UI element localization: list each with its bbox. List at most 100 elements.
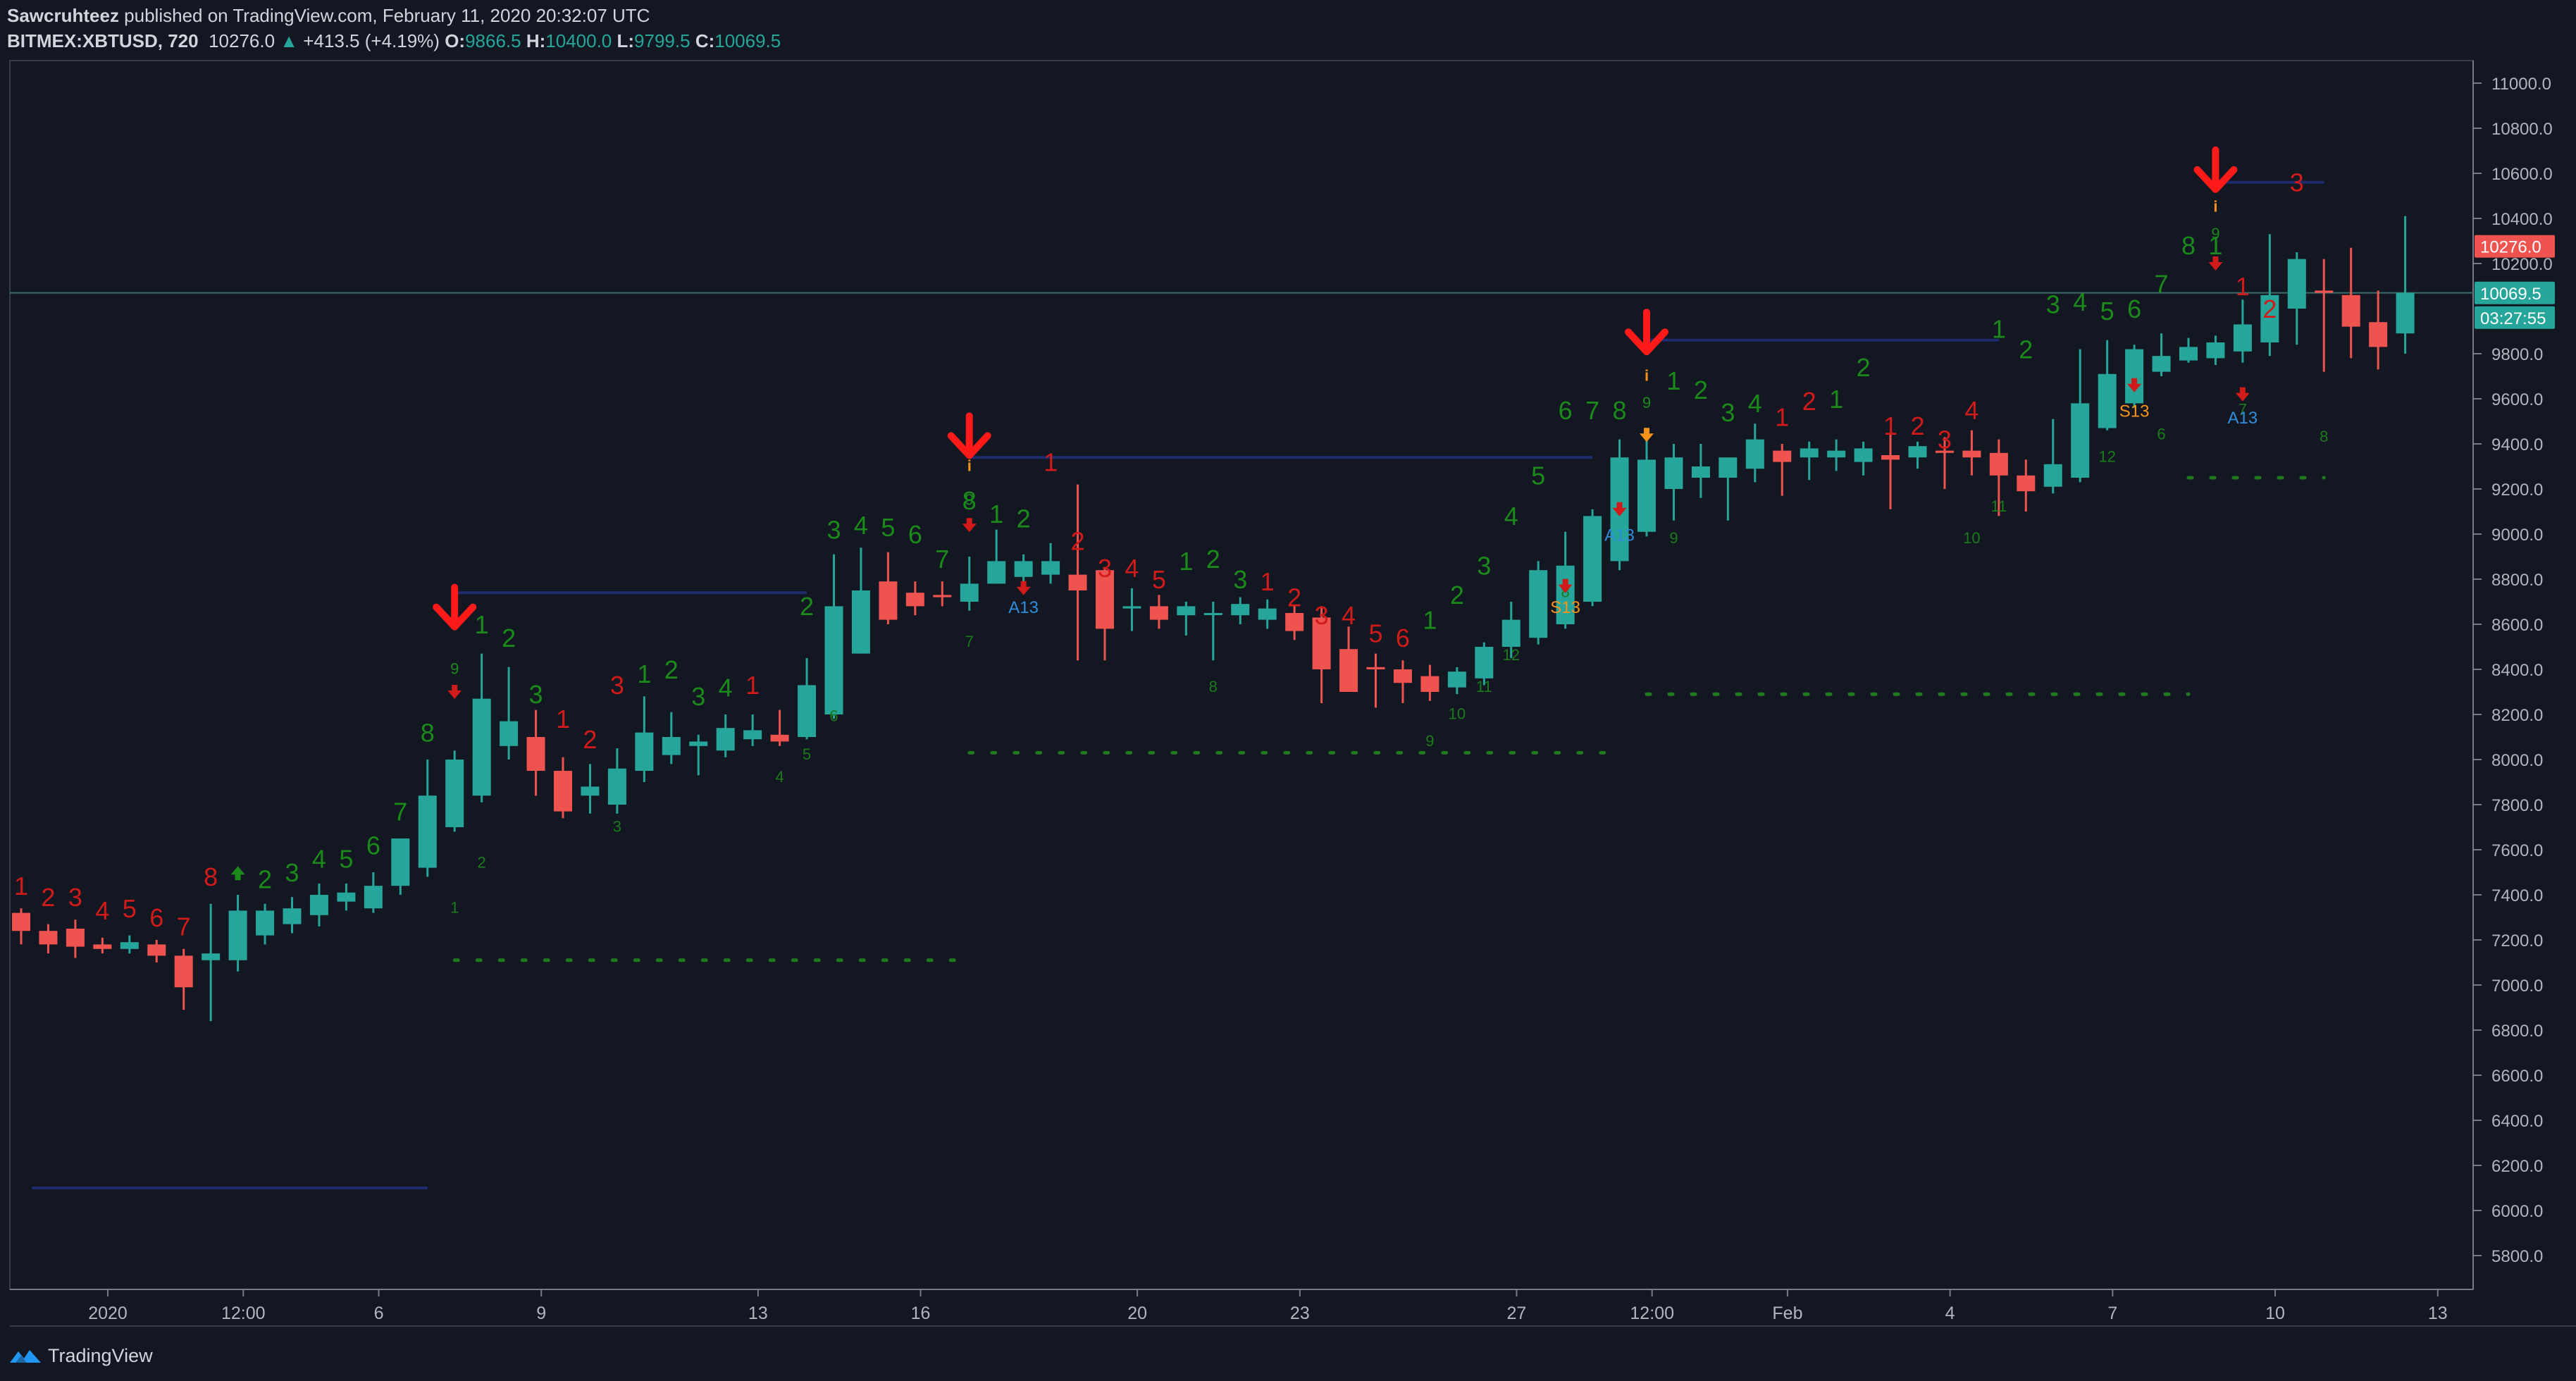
countdown-label: 10 bbox=[1449, 705, 1466, 722]
countdown-label: 4 bbox=[775, 768, 784, 786]
setup-count-label: 4 bbox=[1125, 554, 1139, 583]
candle-body bbox=[93, 944, 112, 949]
signal-arrow-icon bbox=[1016, 581, 1031, 595]
candle-body bbox=[2396, 292, 2415, 334]
countdown-13-label: S13 bbox=[2119, 402, 2150, 421]
setup-count-label: 2 bbox=[2019, 335, 2033, 364]
candle-body bbox=[2287, 259, 2306, 309]
candle-body bbox=[120, 942, 139, 949]
x-tick-label: 12:00 bbox=[221, 1303, 266, 1323]
setup-count-label: 1 bbox=[1775, 402, 1789, 431]
candle-body bbox=[1475, 647, 1494, 679]
setup-count-label: 3 bbox=[2046, 290, 2060, 318]
candle-body bbox=[716, 728, 735, 751]
candle-body bbox=[2206, 342, 2225, 359]
setup-count-label: 5 bbox=[1368, 619, 1382, 648]
candle-body bbox=[500, 721, 519, 746]
candle-body bbox=[1800, 448, 1819, 458]
countdown-label: 6 bbox=[2157, 426, 2165, 443]
info-mark-label: i bbox=[2213, 197, 2217, 215]
setup-nine-label: 9 bbox=[1642, 394, 1651, 411]
setup-count-label: 2 bbox=[1287, 583, 1301, 612]
candle-body bbox=[1719, 457, 1738, 478]
setup-count-label: 1 bbox=[14, 872, 28, 900]
x-tick-label: 6 bbox=[374, 1303, 384, 1323]
y-tick-label: 7600.0 bbox=[2491, 841, 2543, 860]
candle-body bbox=[2098, 373, 2117, 428]
candle-body bbox=[147, 944, 166, 956]
signal-arrow-icon bbox=[230, 866, 245, 881]
candle-body bbox=[2125, 349, 2144, 404]
setup-count-label: 1 bbox=[1179, 547, 1193, 576]
countdown-label: 10 bbox=[1963, 529, 1980, 547]
setup-count-label: 2 bbox=[583, 725, 597, 754]
countdown-13-label: A13 bbox=[1604, 526, 1635, 545]
x-tick-label: 9 bbox=[536, 1303, 546, 1323]
setup-count-label: 3 bbox=[285, 858, 299, 887]
candle-body bbox=[689, 741, 708, 746]
price-tag-label: 10276.0 bbox=[2480, 238, 2541, 257]
setup-count-label: 2 bbox=[41, 883, 55, 912]
setup-count-label: 3 bbox=[2290, 168, 2304, 197]
signal-arrow-icon bbox=[1640, 428, 1654, 442]
x-tick-label: 7 bbox=[2107, 1303, 2117, 1323]
candle-body bbox=[2152, 356, 2171, 372]
signal-arrow-icon bbox=[2235, 387, 2250, 402]
candle-body bbox=[283, 908, 302, 924]
candle-body bbox=[526, 737, 545, 771]
candlestick-chart[interactable]: 11000.0 10800.0 10600.0 10400.0 10200.0 9800.… bbox=[0, 0, 2576, 1381]
footer-brand[interactable]: TradingView bbox=[8, 1342, 153, 1370]
setup-count-label: 8 bbox=[204, 862, 218, 891]
y-tick-label: 9200.0 bbox=[2491, 481, 2543, 500]
countdown-label: 12 bbox=[2098, 448, 2115, 466]
price-tag-label: 03:27:55 bbox=[2480, 309, 2546, 328]
y-tick-label: 9000.0 bbox=[2491, 526, 2543, 545]
candle-body bbox=[1908, 446, 1927, 458]
candle-body bbox=[202, 953, 221, 960]
candle-body bbox=[1420, 676, 1439, 692]
candle-body bbox=[2043, 464, 2062, 487]
y-tick-label: 10200.0 bbox=[2491, 255, 2553, 274]
setup-count-label: 2 bbox=[502, 624, 516, 652]
setup-count-label: 1 bbox=[1423, 605, 1437, 634]
candle-body bbox=[1149, 606, 1168, 620]
setup-nine-label: 9 bbox=[450, 659, 459, 677]
candle-body bbox=[2233, 324, 2252, 352]
countdown-label: 1 bbox=[450, 899, 459, 917]
candle-body bbox=[39, 931, 58, 945]
setup-count-label: 7 bbox=[935, 545, 949, 574]
candle-body bbox=[2315, 290, 2334, 293]
setup-count-label: 3 bbox=[1938, 425, 1952, 454]
candle-body bbox=[12, 912, 30, 931]
candle-body bbox=[1827, 450, 1846, 458]
setup-count-label: 1 bbox=[1992, 315, 2006, 344]
signal-arrow-icon bbox=[962, 518, 977, 533]
y-tick-label: 8200.0 bbox=[2491, 706, 2543, 725]
y-tick-label: 10600.0 bbox=[2491, 165, 2553, 184]
plot-frame bbox=[9, 60, 2474, 1290]
candle-body bbox=[364, 886, 383, 909]
setup-count-label: 3 bbox=[826, 515, 841, 544]
candle-body bbox=[1501, 619, 1521, 647]
setup-nine-label: 9 bbox=[965, 490, 974, 508]
candle-body bbox=[905, 593, 924, 607]
setup-count-label: 8 bbox=[2181, 231, 2196, 260]
candle-body bbox=[607, 768, 626, 805]
x-tick-label: 13 bbox=[748, 1303, 768, 1323]
x-tick-label: Feb bbox=[1772, 1303, 1802, 1323]
setup-count-label: 8 bbox=[421, 718, 435, 747]
countdown-label: 2 bbox=[478, 854, 486, 872]
candle-body bbox=[1989, 452, 2008, 476]
candle-body bbox=[1447, 671, 1466, 688]
candle-body bbox=[2179, 347, 2198, 361]
setup-count-label: 3 bbox=[1098, 554, 1112, 583]
setup-count-label: 1 bbox=[475, 610, 489, 639]
y-tick-label: 7800.0 bbox=[2491, 796, 2543, 815]
candle-body bbox=[1745, 439, 1764, 469]
y-tick-label: 8600.0 bbox=[2491, 616, 2543, 635]
candle-body bbox=[1637, 459, 1656, 532]
price-tag-label: 10069.5 bbox=[2480, 285, 2541, 304]
candle-body bbox=[1285, 613, 1304, 631]
setup-count-label: 8 bbox=[1613, 396, 1627, 425]
countdown-label: 7 bbox=[965, 633, 974, 650]
